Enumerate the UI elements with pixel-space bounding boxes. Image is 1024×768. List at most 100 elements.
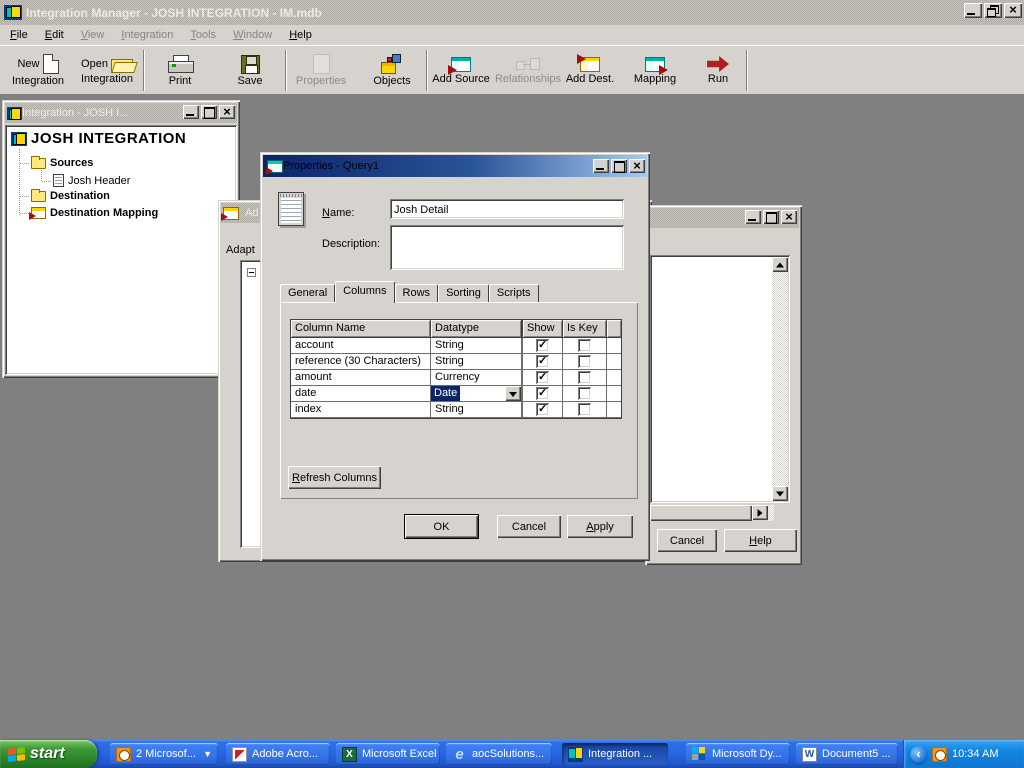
objects-button[interactable]: Objects [364, 48, 420, 93]
tab-sorting[interactable]: Sorting [438, 284, 489, 303]
group-dropdown-icon[interactable]: ▼ [203, 749, 212, 759]
cell-datatype[interactable]: Currency [431, 370, 523, 386]
maximize-button[interactable] [201, 105, 217, 119]
show-checkbox[interactable] [536, 387, 549, 400]
cell-column-name[interactable]: index [291, 402, 431, 418]
scrollbar-track[interactable] [768, 505, 774, 521]
tree-node-sources[interactable]: Sources [31, 157, 93, 169]
help-button[interactable]: Help [724, 529, 797, 552]
minimize-button[interactable] [964, 3, 982, 18]
add-dest-button[interactable]: Add Dest. [562, 48, 618, 93]
taskbar-button-dynamics[interactable]: Microsoft Dy... [686, 743, 790, 765]
vertical-scrollbar[interactable] [772, 257, 788, 501]
tray-clock-icon[interactable] [932, 747, 947, 762]
menu-window[interactable]: Window [231, 28, 274, 42]
tree-node-destination[interactable]: Destination [31, 190, 110, 202]
maximize-button[interactable] [611, 159, 627, 173]
menu-tools[interactable]: Tools [188, 28, 218, 42]
scroll-right-button[interactable] [752, 505, 768, 520]
is-key-checkbox[interactable] [578, 403, 591, 416]
integration-window-titlebar[interactable]: Integration - JOSH I... [5, 103, 237, 123]
close-button[interactable] [219, 105, 235, 119]
grid-header-show[interactable]: Show [523, 320, 563, 338]
menu-integration[interactable]: Integration [119, 28, 175, 42]
add-source-button[interactable]: Add Source [430, 48, 492, 93]
mapping-button[interactable]: Mapping [626, 48, 684, 93]
description-input[interactable] [390, 225, 624, 270]
minimize-button[interactable] [745, 210, 761, 224]
cell-datatype[interactable]: String [431, 402, 523, 418]
open-folder-icon [111, 56, 133, 72]
tree-node-josh-header[interactable]: Josh Header [53, 174, 130, 187]
scrollbar-track[interactable] [772, 272, 788, 486]
taskbar-button-document5[interactable]: Document5 ... [796, 743, 898, 765]
scroll-down-button[interactable] [772, 486, 788, 501]
close-button[interactable] [781, 210, 797, 224]
cancel-button[interactable]: Cancel [657, 529, 717, 552]
cell-column-name[interactable]: date [291, 386, 431, 402]
cell-datatype[interactable]: String [431, 338, 523, 354]
minimize-button[interactable] [593, 159, 609, 173]
datatype-combo-value[interactable]: Date [431, 386, 460, 401]
cell-is-key [563, 354, 607, 370]
cell-datatype[interactable]: String [431, 354, 523, 370]
cell-column-name[interactable]: reference (30 Characters) [291, 354, 431, 370]
show-checkbox[interactable] [536, 339, 549, 352]
open-integration-label2: Integration [81, 73, 133, 85]
taskbar-button-adobe[interactable]: Adobe Acro... [226, 743, 330, 765]
tab-scripts[interactable]: Scripts [489, 284, 539, 303]
scroll-up-button[interactable] [772, 257, 788, 272]
taskbar-button-grouped[interactable]: 2 Microsof... ▼ [110, 743, 218, 765]
ok-button[interactable]: OK [405, 515, 478, 538]
run-button[interactable]: Run [694, 48, 742, 93]
show-checkbox[interactable] [536, 355, 549, 368]
new-integration-button[interactable]: New Integration [6, 48, 70, 93]
close-button[interactable] [1004, 3, 1022, 18]
properties-dialog-titlebar[interactable]: Properties - Query1 [263, 155, 647, 177]
is-key-checkbox[interactable] [578, 371, 591, 384]
tab-general[interactable]: General [280, 284, 335, 303]
main-window-titlebar[interactable]: Integration Manager - JOSH INTEGRATION -… [0, 0, 1024, 25]
apply-button[interactable]: Apply [567, 515, 633, 538]
combo-dropdown-button[interactable] [505, 386, 521, 401]
tree-node-destination-mapping[interactable]: Destination Mapping [31, 207, 158, 219]
menu-help[interactable]: Help [287, 28, 314, 42]
tree-expand-icon[interactable] [247, 268, 256, 277]
taskbar-button-integration[interactable]: Integration ... [562, 743, 668, 765]
description-label: Description: [322, 238, 380, 250]
close-button[interactable] [629, 159, 645, 173]
grid-header-datatype[interactable]: Datatype [431, 320, 523, 338]
taskbar-button-aocsolutions[interactable]: aocSolutions... [446, 743, 552, 765]
is-key-checkbox[interactable] [578, 387, 591, 400]
print-button[interactable]: Print [152, 48, 208, 93]
tab-columns[interactable]: Columns [335, 281, 394, 303]
cell-datatype-combo[interactable]: Date [431, 386, 523, 402]
tray-chevron-icon[interactable] [910, 746, 927, 763]
refresh-columns-button[interactable]: Refresh Columns [288, 466, 381, 489]
cell-column-name[interactable]: account [291, 338, 431, 354]
menu-file[interactable]: File [8, 28, 30, 42]
destination-window-titlebar[interactable] [648, 208, 799, 228]
save-button[interactable]: Save [222, 48, 278, 93]
cell-column-name[interactable]: amount [291, 370, 431, 386]
grid-header-column-name[interactable]: Column Name [291, 320, 431, 338]
is-key-checkbox[interactable] [578, 339, 591, 352]
name-input[interactable] [390, 199, 624, 219]
tree-node-root[interactable]: JOSH INTEGRATION [11, 130, 186, 147]
start-button[interactable]: start [0, 740, 97, 768]
maximize-button[interactable] [763, 210, 779, 224]
tab-rows[interactable]: Rows [395, 284, 439, 303]
open-integration-button[interactable]: Open Integration [74, 48, 140, 93]
show-checkbox[interactable] [536, 403, 549, 416]
show-checkbox[interactable] [536, 371, 549, 384]
minimize-button[interactable] [183, 105, 199, 119]
menu-edit[interactable]: Edit [43, 28, 66, 42]
taskbar-button-excel[interactable]: Microsoft Excel [336, 743, 440, 765]
is-key-checkbox[interactable] [578, 355, 591, 368]
grid-header-is-key[interactable]: Is Key [563, 320, 607, 338]
horizontal-scrollbar[interactable] [650, 505, 774, 521]
scrollbar-thumb[interactable] [650, 505, 752, 521]
menu-view[interactable]: View [79, 28, 107, 42]
restore-button[interactable] [984, 3, 1002, 18]
cancel-button[interactable]: Cancel [497, 515, 561, 538]
